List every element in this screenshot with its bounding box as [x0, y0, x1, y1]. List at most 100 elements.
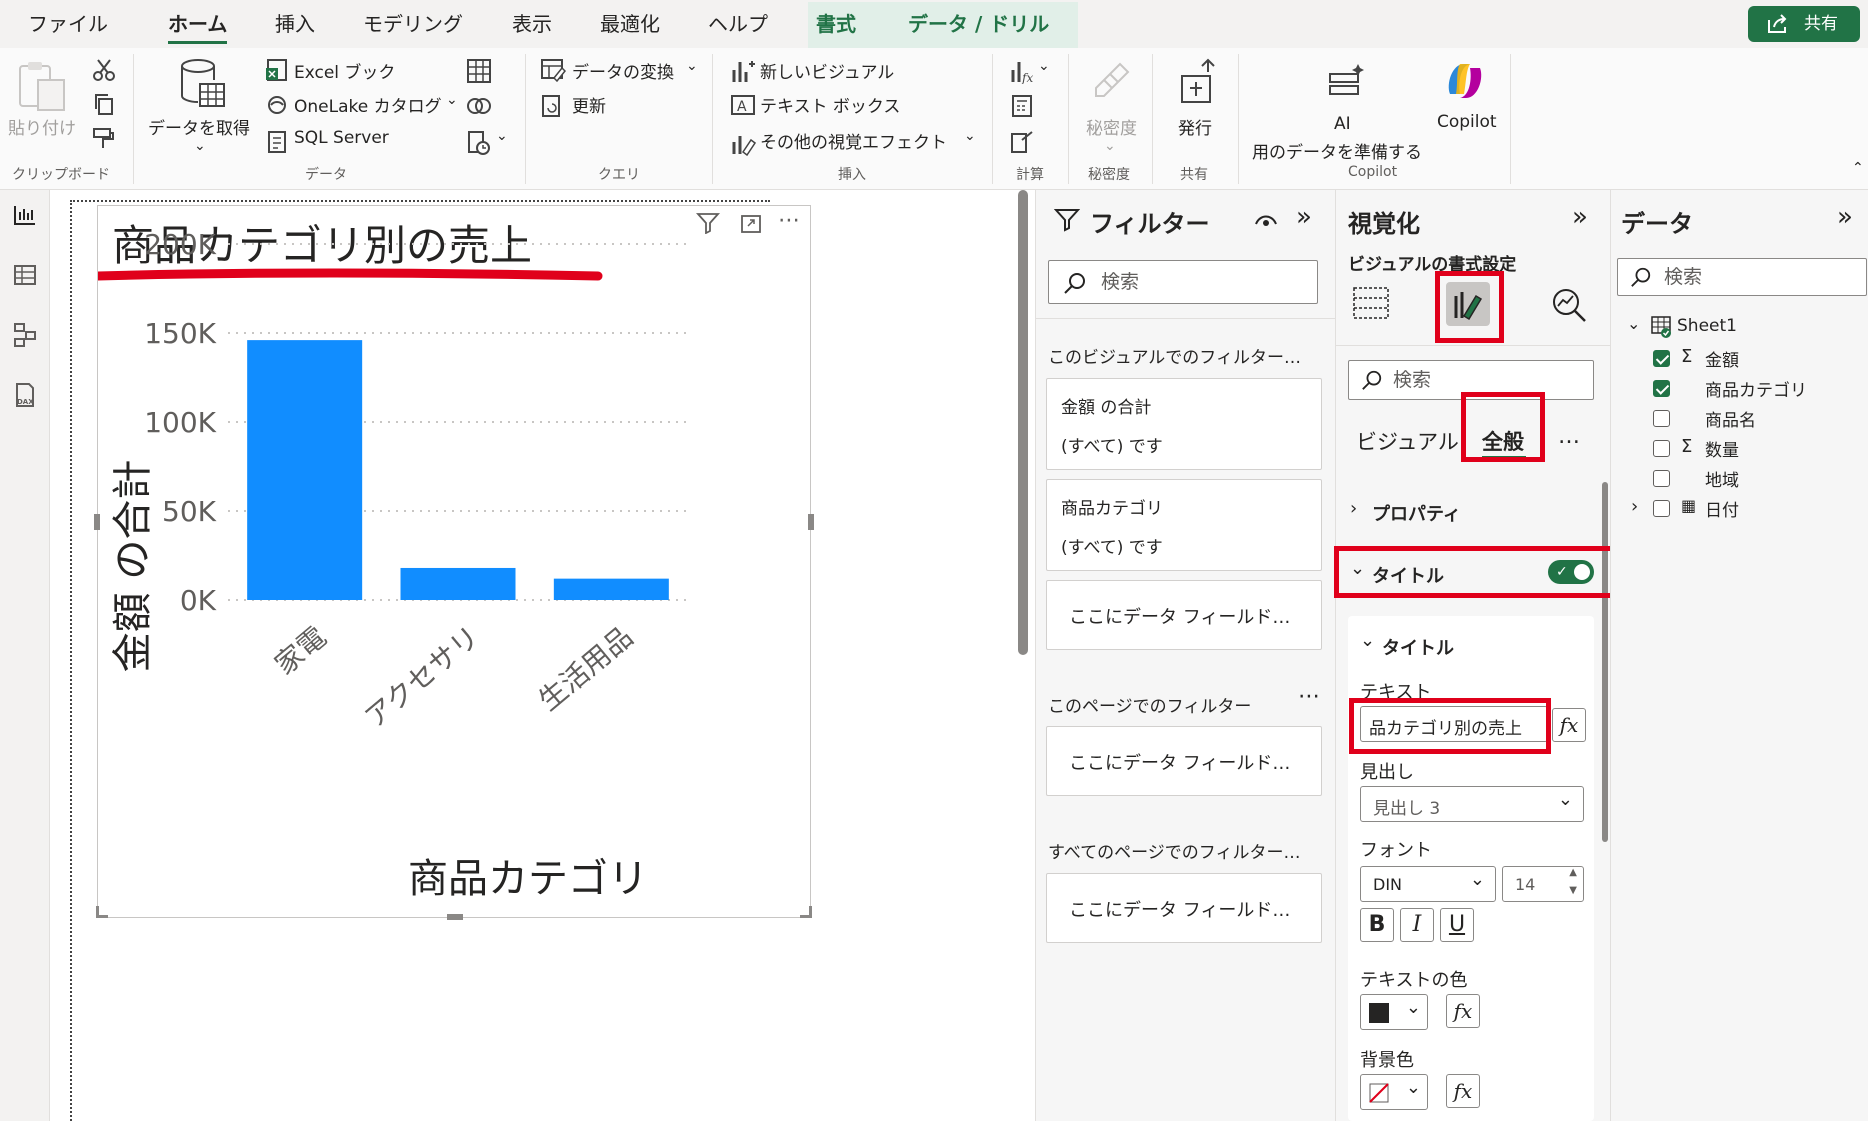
italic-button[interactable]: I: [1400, 908, 1434, 942]
field-item[interactable]: Σ 金額: [1611, 346, 1868, 372]
canvas-scrollbar[interactable]: [1018, 190, 1028, 655]
field-checkbox[interactable]: [1653, 350, 1670, 367]
menu-data-drill[interactable]: データ / ドリル: [908, 8, 1049, 40]
menu-file[interactable]: ファイル: [28, 8, 108, 40]
field-checkbox[interactable]: [1653, 470, 1670, 487]
recent-sources-chevron-icon[interactable]: ⌄: [496, 128, 508, 144]
get-data-icon[interactable]: [178, 58, 226, 110]
tab-visual[interactable]: ビジュアル: [1356, 426, 1459, 456]
onelake-chevron-icon[interactable]: ⌄: [446, 92, 458, 108]
chevron-right-icon[interactable]: ›: [1631, 496, 1638, 517]
font-size-stepper[interactable]: 14 ▲ ▼: [1502, 866, 1584, 902]
build-visual-icon[interactable]: [1352, 286, 1390, 320]
bar[interactable]: [553, 578, 669, 600]
bg-color-picker[interactable]: ⌄: [1360, 1074, 1428, 1110]
properties-section[interactable]: プロパティ: [1372, 500, 1461, 526]
new-visual-button[interactable]: 新しいビジュアル: [760, 58, 894, 83]
stepper-up-icon[interactable]: ▲: [1569, 867, 1577, 878]
recent-sources-icon[interactable]: [466, 130, 492, 156]
field-item[interactable]: › ▦ 日付: [1611, 496, 1868, 522]
onelake-catalog-button[interactable]: OneLake カタログ: [294, 92, 442, 117]
viz-scrollbar[interactable]: [1602, 482, 1608, 842]
page-filter-drop-zone[interactable]: ここにデータ フィールド…: [1046, 726, 1322, 796]
copy-icon[interactable]: [92, 92, 116, 116]
new-measure-icon[interactable]: fx: [1010, 58, 1034, 84]
get-data-dropdown-chevron-icon[interactable]: ⌄: [194, 138, 206, 154]
page-filters-more-icon[interactable]: ⋯: [1298, 684, 1320, 709]
bar[interactable]: [400, 567, 516, 600]
field-checkbox[interactable]: [1653, 500, 1670, 517]
font-family-dropdown[interactable]: DIN ⌄: [1360, 866, 1496, 902]
visual-filter-icon[interactable]: [696, 212, 720, 234]
field-item[interactable]: 商品名: [1611, 406, 1868, 432]
text-box-button[interactable]: テキスト ボックス: [760, 92, 900, 117]
menu-help[interactable]: ヘルプ: [708, 8, 768, 40]
resize-handle[interactable]: [800, 906, 812, 918]
collapse-data-icon[interactable]: »: [1837, 202, 1853, 232]
menu-format[interactable]: 書式: [816, 8, 856, 40]
field-checkbox[interactable]: [1653, 380, 1670, 397]
copilot-icon[interactable]: [1442, 58, 1488, 104]
title-text-fx-button[interactable]: fx: [1552, 708, 1586, 742]
field-item[interactable]: 地域: [1611, 466, 1868, 492]
more-options-icon[interactable]: ⋯: [778, 208, 800, 233]
excel-workbook-button[interactable]: Excel ブック: [294, 58, 395, 83]
bar-chart-visual[interactable]: 商品カテゴリ別の売上 0K 50K 100K 150K 200K 家電 アクセサリ 生活用品…: [94, 205, 814, 920]
bg-color-fx-button[interactable]: fx: [1446, 1074, 1480, 1108]
quick-measure-icon[interactable]: [1010, 94, 1034, 118]
resize-handle[interactable]: [96, 906, 108, 918]
analytics-icon[interactable]: [1550, 286, 1588, 324]
ai-prep-icon[interactable]: [1326, 60, 1366, 100]
cut-icon[interactable]: [92, 58, 116, 82]
text-color-fx-button[interactable]: fx: [1446, 994, 1480, 1028]
menu-home[interactable]: ホーム: [168, 8, 228, 44]
table-view-icon[interactable]: [13, 264, 37, 286]
collapse-ribbon-chevron-icon[interactable]: ⌃: [1852, 160, 1864, 176]
field-checkbox[interactable]: [1653, 410, 1670, 427]
bar[interactable]: [247, 340, 363, 600]
table-name[interactable]: Sheet1: [1677, 316, 1737, 336]
paste-icon[interactable]: [16, 60, 74, 112]
field-item[interactable]: Σ 数量: [1611, 436, 1868, 462]
get-data-label[interactable]: データを取得: [148, 114, 250, 139]
dax-query-view-icon[interactable]: DAX: [13, 382, 37, 408]
visual-filter-drop-zone[interactable]: ここにデータ フィールド…: [1046, 580, 1322, 650]
bold-button[interactable]: B: [1360, 908, 1394, 942]
data-search-input[interactable]: 検索: [1617, 258, 1867, 296]
dataverse-icon[interactable]: [466, 94, 492, 118]
transform-data-chevron-icon[interactable]: ⌄: [686, 58, 698, 74]
share-button[interactable]: 共有: [1748, 6, 1860, 42]
collapse-viz-icon[interactable]: »: [1572, 202, 1588, 232]
filter-card-category[interactable]: 商品カテゴリ (すべて) です: [1046, 479, 1322, 571]
all-pages-filter-drop-zone[interactable]: ここにデータ フィールド…: [1046, 873, 1322, 943]
filter-card-amount[interactable]: 金額 の合計 (すべて) です: [1046, 378, 1322, 470]
more-visuals-chevron-icon[interactable]: ⌄: [964, 128, 976, 144]
filter-search-input[interactable]: 検索: [1048, 260, 1318, 304]
stepper-down-icon[interactable]: ▼: [1569, 885, 1577, 896]
more-visuals-button[interactable]: その他の視覚エフェクト: [760, 128, 947, 153]
report-view-icon[interactable]: [13, 204, 37, 226]
chevron-down-icon[interactable]: ⌄: [1627, 314, 1640, 333]
underline-button[interactable]: U: [1440, 908, 1474, 942]
focus-mode-icon[interactable]: [740, 214, 762, 234]
sql-server-button[interactable]: SQL Server: [294, 128, 389, 148]
title-subsection-header[interactable]: タイトル: [1382, 634, 1454, 660]
resize-handle[interactable]: [94, 514, 100, 530]
sensitivity-icon[interactable]: [1090, 58, 1134, 102]
format-painter-icon[interactable]: [92, 126, 116, 150]
field-checkbox[interactable]: [1653, 440, 1670, 457]
tabs-more-icon[interactable]: …: [1558, 424, 1580, 449]
collapse-filters-icon[interactable]: »: [1296, 202, 1312, 232]
field-item[interactable]: 商品カテゴリ: [1611, 376, 1868, 402]
publish-icon[interactable]: [1178, 58, 1222, 106]
resize-handle[interactable]: [808, 514, 814, 530]
menu-view[interactable]: 表示: [512, 8, 552, 40]
menu-insert[interactable]: 挿入: [275, 8, 315, 40]
menu-modeling[interactable]: モデリング: [363, 8, 463, 40]
eye-icon[interactable]: [1254, 212, 1278, 228]
transform-data-button[interactable]: データの変換: [572, 58, 674, 83]
new-measure-chevron-icon[interactable]: ⌄: [1038, 58, 1050, 74]
refresh-button[interactable]: 更新: [572, 92, 606, 117]
enter-data-icon[interactable]: [466, 58, 492, 84]
menu-optimize[interactable]: 最適化: [600, 8, 660, 40]
